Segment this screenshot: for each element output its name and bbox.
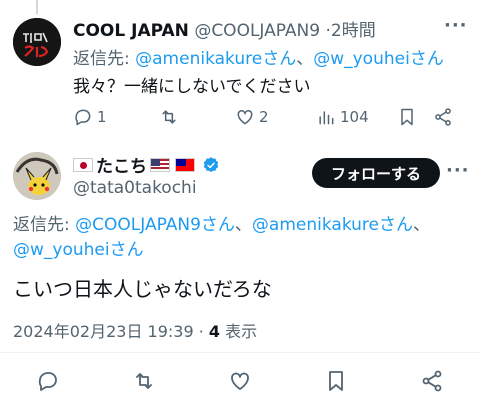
reply1-reply-to-prefix: 返信先: <box>73 49 136 69</box>
reply2-mention-amenikakure[interactable]: @amenikakureさん <box>252 215 413 235</box>
views-icon <box>319 111 334 125</box>
reply1-bookmark-button[interactable] <box>397 104 417 130</box>
like-icon <box>237 109 253 125</box>
pikachu-avatar-icon <box>13 152 61 200</box>
reply1-like-count: 2 <box>259 108 269 126</box>
reply-icon <box>75 109 91 126</box>
reply2-bookmark-button[interactable] <box>324 368 348 394</box>
japan-flag-icon <box>73 157 93 172</box>
reply-icon <box>38 372 57 391</box>
reply2-display-name-row[interactable]: たこち <box>73 152 220 177</box>
reply1-mention-sep: 、 <box>296 49 314 69</box>
reply1-views-count: 104 <box>340 108 369 126</box>
reply2-display-name: たこち <box>96 157 147 177</box>
avatar-tata0takochi[interactable] <box>13 152 61 200</box>
reply2-share-button[interactable] <box>420 368 444 394</box>
reply1-retweet-button[interactable] <box>159 104 179 130</box>
retweet-icon <box>162 110 176 124</box>
bookmark-icon <box>401 108 413 126</box>
reply1-mention-w-youhei[interactable]: @w_youheiさん <box>313 49 444 69</box>
us-flag-icon <box>150 157 170 172</box>
reply2-reply-to: 返信先: @COOLJAPAN9さん、@amenikakureさん、@w_you… <box>13 213 468 263</box>
reply2-reply-to-prefix: 返信先: <box>13 215 76 235</box>
reply1-share-button[interactable] <box>433 104 453 130</box>
reply2-timestamp[interactable]: 2024年02月23日 19:39 <box>13 322 194 341</box>
reply2-mention-w-youhei[interactable]: @w_youheiさん <box>13 240 144 260</box>
reply2-more-icon[interactable]: ··· <box>446 160 470 181</box>
reply1-text: 我々？一緒にしないでください <box>73 77 311 97</box>
reply2-mention-cooljapan9[interactable]: @COOLJAPAN9さん <box>75 215 235 235</box>
reply1-handle[interactable]: @COOLJAPAN9 <box>194 21 320 41</box>
thread-connector-line <box>36 0 38 14</box>
reply1-display-name[interactable]: COOL JAPAN <box>73 21 189 41</box>
reply1-reply-to: 返信先: @amenikakureさん、@w_youheiさん <box>73 44 444 69</box>
follow-button[interactable]: フォローする <box>312 158 440 188</box>
divider <box>0 352 480 353</box>
reply1-mention-amenikakure[interactable]: @amenikakureさん <box>135 49 296 69</box>
reply2-text: こいつ日本人じゃないだろな <box>13 277 272 301</box>
reply1-views-button[interactable]: 104 <box>316 104 369 130</box>
taiwan-flag-icon <box>175 157 195 172</box>
reply2-handle[interactable]: @tata0takochi <box>73 178 197 198</box>
like-icon <box>231 372 249 390</box>
verified-badge-icon[interactable] <box>202 156 220 174</box>
reply1-reply-button[interactable]: 1 <box>73 104 107 130</box>
reply2-meta-sep: · <box>193 322 209 341</box>
reply1-header: COOL JAPAN @COOLJAPAN9 ·2時間 <box>73 16 376 41</box>
reply2-meta: 2024年02月23日 19:39 · 4 表示 <box>13 318 257 342</box>
reply2-mention-sep1: 、 <box>234 215 252 235</box>
reply2-reply-button[interactable] <box>36 368 60 394</box>
share-icon <box>422 370 442 392</box>
reply1-time[interactable]: 2時間 <box>331 21 376 41</box>
reply2-retweet-button[interactable] <box>132 368 156 394</box>
reply2-views-label: 表示 <box>220 322 258 341</box>
retweet-icon <box>136 373 152 389</box>
reply1-like-button[interactable]: 2 <box>235 104 269 130</box>
reply1-reply-count: 1 <box>97 108 107 126</box>
cooljapan-logo-icon <box>13 18 61 66</box>
bookmark-icon <box>329 371 343 391</box>
reply1-action-bar: 1 2 104 <box>73 104 468 130</box>
reply1-more-icon[interactable]: ··· <box>444 15 468 36</box>
reply2-action-bar <box>0 368 480 398</box>
share-icon <box>435 108 451 126</box>
reply2-mention-sep2: 、 <box>413 215 430 235</box>
avatar-cooljapan[interactable] <box>13 18 61 66</box>
reply2-views-count: 4 <box>208 322 221 341</box>
reply2-like-button[interactable] <box>228 368 252 394</box>
